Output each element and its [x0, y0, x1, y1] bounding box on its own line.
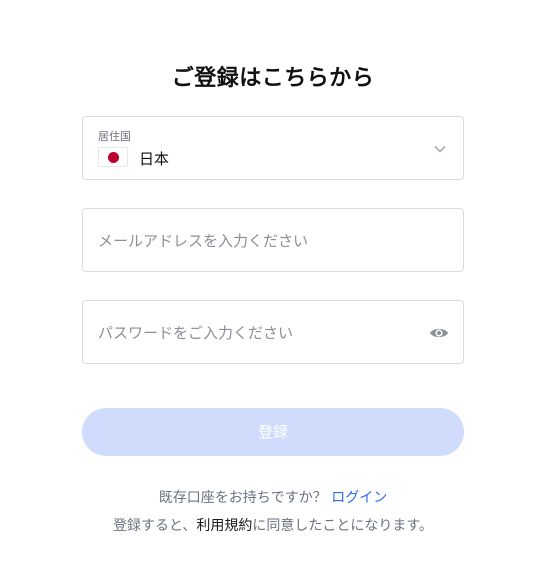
- terms-link[interactable]: 利用規約: [196, 518, 252, 534]
- eye-icon[interactable]: [429, 325, 449, 341]
- japan-flag-icon: [98, 147, 128, 167]
- login-link[interactable]: ログイン: [331, 490, 387, 506]
- chevron-down-icon: [434, 146, 446, 153]
- email-placeholder: メールアドレスを入力ください: [98, 232, 309, 250]
- terms-prefix: 登録すると、: [112, 518, 197, 534]
- register-button[interactable]: 登録: [82, 408, 464, 456]
- email-field[interactable]: メールアドレスを入力ください: [82, 208, 464, 272]
- terms-suffix: に同意したことになります。: [252, 518, 434, 534]
- terms-line: 登録すると、利用規約に同意したことになります。: [0, 515, 546, 535]
- password-placeholder: パスワードをご入力ください: [98, 324, 294, 342]
- password-field[interactable]: パスワードをご入力ください: [82, 300, 464, 364]
- country-label: 居住国: [98, 130, 131, 143]
- login-prompt: 既存口座をお持ちですか？: [158, 490, 327, 506]
- country-value: 日本: [139, 150, 170, 168]
- page-title: ご登録はこちらから: [171, 66, 375, 91]
- country-select[interactable]: 居住国 日本: [82, 116, 464, 180]
- login-prompt-line: 既存口座をお持ちですか？ ログイン: [0, 487, 546, 507]
